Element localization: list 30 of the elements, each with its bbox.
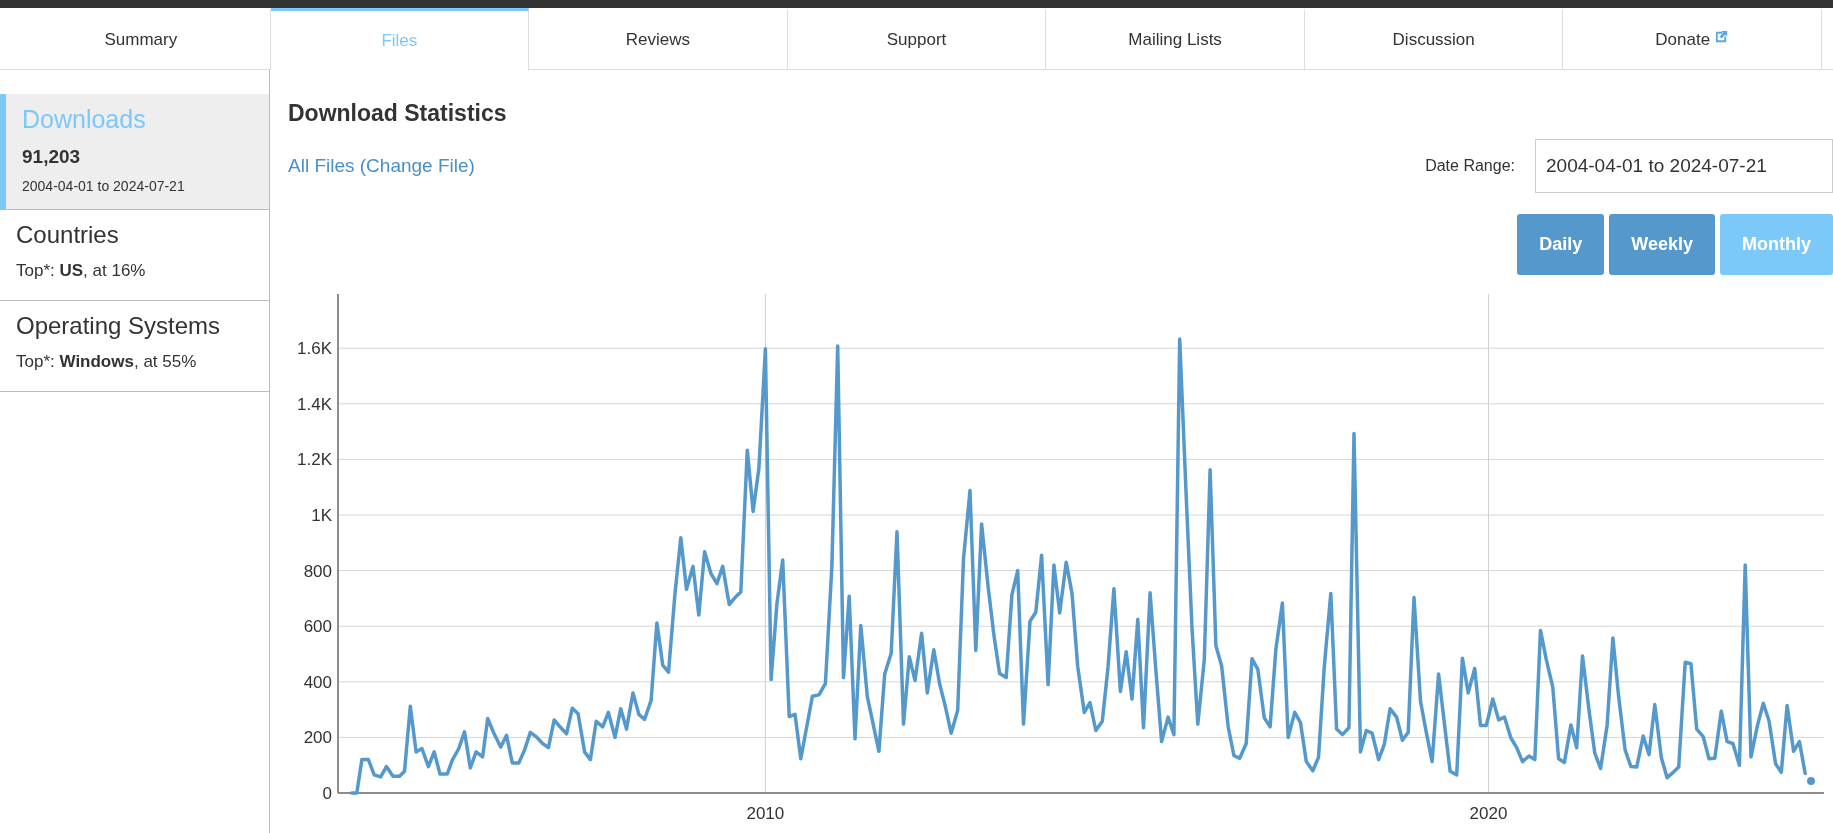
y-tick-label: 1.6K <box>297 339 332 359</box>
date-range-label: Date Range: <box>1425 156 1515 176</box>
y-tick-label: 600 <box>303 617 332 637</box>
y-tick-label: 0 <box>322 784 332 803</box>
nav-tab[interactable]: Donate <box>1563 8 1823 69</box>
x-tick-label: 2020 <box>1469 804 1508 823</box>
top-summary-text: Top*: Windows, at 55% <box>16 351 198 373</box>
downloads-count: 91,203 <box>22 145 82 170</box>
sidebar-item-title: Operating Systems <box>16 311 222 341</box>
nav-tab[interactable]: Mailing Lists <box>1046 8 1305 69</box>
nav-tab[interactable]: Support <box>787 8 1047 69</box>
nav-tab[interactable]: Discussion <box>1304 8 1564 69</box>
nav-tab[interactable]: Summary <box>12 8 271 69</box>
change-file-link[interactable]: All Files (Change File) <box>288 151 475 181</box>
sidebar-item-title: Countries <box>16 220 120 250</box>
y-tick-label: 1.4K <box>297 394 332 414</box>
date-range-text: 2004-04-01 to 2024-07-21 <box>22 176 186 196</box>
y-tick-label: 1.2K <box>297 450 332 470</box>
page-title: Download Statistics <box>288 98 507 128</box>
y-tick-label: 1K <box>311 506 332 525</box>
x-tick-label: 2010 <box>746 804 785 823</box>
nav-tab[interactable]: Reviews <box>529 8 788 69</box>
y-tick-label: 400 <box>303 672 332 692</box>
sidebar-item[interactable]: Downloads 91,203 2004-04-01 to 2024-07-21 <box>0 94 269 210</box>
y-tick-label: 800 <box>303 561 332 581</box>
data-point <box>1807 777 1815 786</box>
sidebar-item-title: Downloads <box>22 104 147 135</box>
date-range-field[interactable]: 2004-04-01 to 2024-07-21 <box>1535 139 1833 193</box>
y-tick-label: 200 <box>303 728 332 748</box>
top-summary-text: Top*: US, at 16% <box>16 260 147 282</box>
